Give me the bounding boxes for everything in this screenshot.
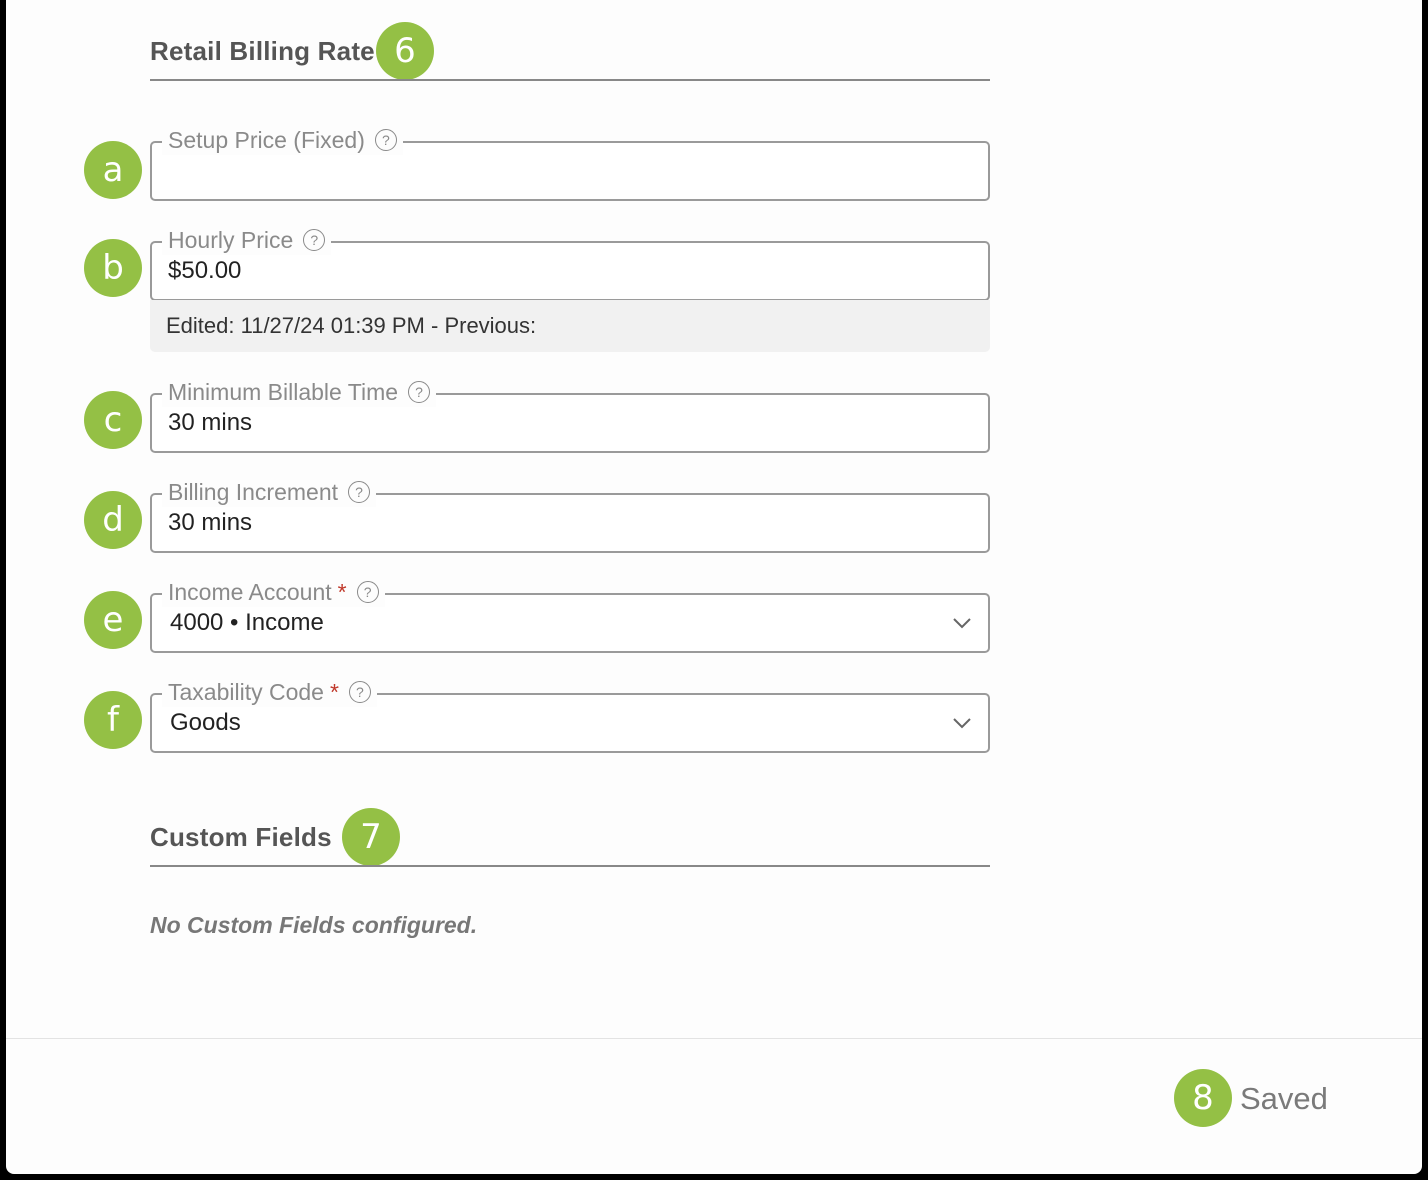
help-icon[interactable]: ? bbox=[374, 129, 397, 151]
callout-badge-6: 6 bbox=[376, 22, 434, 80]
section-divider bbox=[150, 865, 990, 867]
taxability-code-legend: Taxability Code *? bbox=[162, 677, 377, 707]
taxability-code-value: Goods bbox=[170, 709, 241, 736]
billing-increment-legend: Billing Increment? bbox=[162, 477, 377, 507]
edit-history-note: Edited: 11/27/24 01:39 PM - Previous: bbox=[150, 300, 990, 352]
help-icon[interactable]: ? bbox=[356, 581, 379, 603]
chevron-down-icon[interactable] bbox=[952, 713, 972, 733]
hourly-price-field[interactable]: Hourly Price? $50.00 bbox=[150, 225, 990, 301]
billing-increment-field[interactable]: Billing Increment? 30 mins bbox=[150, 477, 990, 553]
required-marker: * bbox=[337, 579, 347, 605]
min-billable-time-legend: Minimum Billable Time? bbox=[162, 377, 437, 407]
callout-badge-f: f bbox=[84, 691, 142, 749]
income-account-legend: Income Account *? bbox=[162, 577, 385, 607]
income-account-value: 4000 • Income bbox=[170, 609, 324, 636]
no-custom-fields-message: No Custom Fields configured. bbox=[150, 912, 478, 938]
help-icon[interactable]: ? bbox=[348, 481, 371, 503]
callout-badge-7: 7 bbox=[342, 808, 400, 866]
help-icon[interactable]: ? bbox=[348, 681, 371, 703]
save-status: Saved bbox=[1240, 1081, 1328, 1116]
min-billable-time-field[interactable]: Minimum Billable Time? 30 mins bbox=[150, 377, 990, 453]
hourly-price-value[interactable]: $50.00 bbox=[168, 257, 241, 285]
min-billable-time-label: Minimum Billable Time bbox=[168, 379, 399, 405]
section-divider bbox=[150, 79, 990, 81]
billing-panel: Retail Billing Rate 6 a Setup Price (Fix… bbox=[6, 0, 1422, 1174]
callout-badge-c: c bbox=[84, 391, 142, 449]
hourly-price-label: Hourly Price bbox=[168, 227, 294, 253]
help-icon[interactable]: ? bbox=[303, 229, 326, 251]
section-title-custom-fields: Custom Fields bbox=[150, 822, 332, 852]
billing-increment-label: Billing Increment bbox=[168, 479, 339, 505]
billing-increment-value[interactable]: 30 mins bbox=[168, 509, 252, 537]
callout-badge-d: d bbox=[84, 491, 142, 549]
callout-badge-b: b bbox=[84, 239, 142, 297]
taxability-code-label: Taxability Code bbox=[168, 679, 324, 705]
callout-badge-8: 8 bbox=[1174, 1069, 1232, 1127]
chevron-down-icon[interactable] bbox=[952, 613, 972, 633]
taxability-code-select[interactable]: Taxability Code *? Goods bbox=[150, 677, 990, 753]
callout-badge-e: e bbox=[84, 591, 142, 649]
min-billable-time-value[interactable]: 30 mins bbox=[168, 409, 252, 437]
footer-divider bbox=[6, 1038, 1422, 1039]
income-account-select[interactable]: Income Account *? 4000 • Income bbox=[150, 577, 990, 653]
income-account-label: Income Account bbox=[168, 579, 332, 605]
callout-badge-a: a bbox=[84, 141, 142, 199]
setup-price-legend: Setup Price (Fixed)? bbox=[162, 125, 403, 155]
setup-price-label: Setup Price (Fixed) bbox=[168, 127, 365, 153]
section-title-billing: Retail Billing Rate bbox=[150, 36, 375, 66]
setup-price-field[interactable]: Setup Price (Fixed)? bbox=[150, 125, 990, 201]
help-icon[interactable]: ? bbox=[408, 381, 431, 403]
required-marker: * bbox=[329, 679, 339, 705]
hourly-price-legend: Hourly Price? bbox=[162, 225, 332, 255]
